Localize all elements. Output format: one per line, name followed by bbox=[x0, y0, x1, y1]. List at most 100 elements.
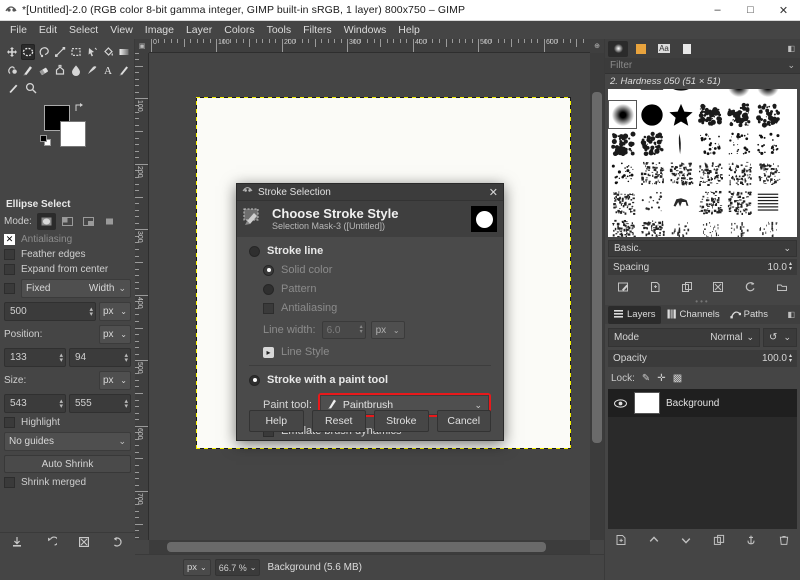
ruler-corner-button[interactable]: ▣ bbox=[135, 39, 149, 53]
undo-icon[interactable] bbox=[45, 536, 57, 551]
brush-cell[interactable] bbox=[724, 216, 753, 237]
zoom-image-button[interactable]: ⊕ bbox=[590, 39, 604, 53]
scrollbar-thumb[interactable] bbox=[592, 92, 602, 443]
brush-cell[interactable] bbox=[724, 129, 753, 158]
pattern-option[interactable]: Pattern bbox=[263, 283, 491, 295]
duplicate-brush-icon[interactable] bbox=[681, 281, 693, 296]
brush-cell[interactable] bbox=[637, 158, 666, 187]
stroke-line-radio[interactable] bbox=[249, 246, 260, 257]
brush-cell[interactable] bbox=[753, 187, 782, 216]
guides-combo[interactable]: No guides ⌄ bbox=[4, 432, 131, 451]
help-button[interactable]: Help bbox=[249, 410, 304, 432]
shrink-merged-option[interactable]: Shrink merged bbox=[4, 477, 131, 488]
menu-help[interactable]: Help bbox=[392, 22, 426, 38]
brush-cell[interactable] bbox=[695, 216, 724, 237]
brush-cell[interactable] bbox=[608, 187, 637, 216]
menu-filters[interactable]: Filters bbox=[297, 22, 338, 38]
layers-dock-menu-icon[interactable]: ◧ bbox=[787, 310, 797, 319]
brush-cell[interactable] bbox=[608, 216, 637, 237]
dialog-antialiasing-option[interactable]: Antialiasing bbox=[263, 302, 491, 314]
measure-tool[interactable] bbox=[5, 80, 21, 96]
position-x-input[interactable]: 133 ▴▾ bbox=[4, 348, 66, 367]
paths-tool[interactable] bbox=[53, 44, 67, 60]
menu-image[interactable]: Image bbox=[139, 22, 180, 38]
ellipse-select-tool[interactable] bbox=[21, 44, 35, 60]
smudge-tool[interactable] bbox=[5, 62, 19, 78]
fixed-size-unit[interactable]: px ⌄ bbox=[99, 302, 131, 321]
brush-cell[interactable] bbox=[637, 216, 666, 237]
close-button[interactable]: ✕ bbox=[767, 0, 800, 20]
brush-spacing-row[interactable]: Spacing 10.0 ▴▾ bbox=[608, 259, 797, 275]
lock-alpha-icon[interactable]: ▩ bbox=[673, 373, 682, 384]
menu-file[interactable]: File bbox=[4, 22, 33, 38]
brush-cell[interactable] bbox=[666, 89, 695, 100]
menu-windows[interactable]: Windows bbox=[338, 22, 393, 38]
menu-layer[interactable]: Layer bbox=[180, 22, 218, 38]
brush-cell[interactable] bbox=[637, 89, 666, 100]
line-width-input[interactable]: 6.0 ▴▾ bbox=[322, 321, 366, 339]
minimize-button[interactable]: – bbox=[701, 0, 734, 20]
brush-cell[interactable] bbox=[753, 89, 782, 100]
scrollbar-thumb[interactable] bbox=[167, 542, 546, 552]
brush-cell[interactable] bbox=[695, 129, 724, 158]
brush-cell[interactable] bbox=[695, 100, 724, 129]
stepper-arrows-icon[interactable]: ▴▾ bbox=[360, 325, 363, 335]
menu-tools[interactable]: Tools bbox=[261, 22, 298, 38]
canvas-horizontal-scrollbar[interactable] bbox=[149, 540, 590, 554]
expand-from-center-checkbox[interactable] bbox=[4, 264, 15, 275]
fuzzy-select-tool[interactable] bbox=[85, 44, 99, 60]
dialog-close-button[interactable]: ✕ bbox=[489, 186, 498, 199]
move-tool[interactable] bbox=[5, 44, 19, 60]
horizontal-ruler[interactable]: 0100200300400500600700800 bbox=[149, 39, 590, 53]
brush-cell[interactable] bbox=[666, 129, 695, 158]
gradient-tool[interactable] bbox=[117, 44, 131, 60]
brushes-tab[interactable] bbox=[608, 41, 628, 57]
maximize-button[interactable]: □ bbox=[734, 0, 767, 20]
menu-select[interactable]: Select bbox=[63, 22, 104, 38]
blur-tool[interactable] bbox=[69, 62, 83, 78]
menu-colors[interactable]: Colors bbox=[218, 22, 260, 38]
dock-separator-grip[interactable]: ••• bbox=[605, 298, 800, 305]
size-width-input[interactable]: 543 ▴▾ bbox=[4, 394, 66, 413]
duplicate-layer-icon[interactable] bbox=[713, 534, 725, 549]
stroke-paint-tool-option[interactable]: Stroke with a paint tool bbox=[249, 374, 491, 386]
brush-cell[interactable] bbox=[753, 216, 782, 237]
tab-layers[interactable]: Layers bbox=[608, 306, 661, 324]
solid-color-radio[interactable] bbox=[263, 265, 274, 276]
stroke-button[interactable]: Stroke bbox=[374, 410, 429, 432]
mode-intersect-mode[interactable] bbox=[100, 213, 119, 230]
mode-add-mode[interactable] bbox=[58, 213, 77, 230]
stepper-arrows-icon[interactable]: ▴▾ bbox=[789, 354, 792, 364]
stroke-line-option[interactable]: Stroke line bbox=[249, 245, 491, 257]
lower-layer-icon[interactable] bbox=[680, 534, 692, 549]
brush-cell[interactable] bbox=[637, 100, 666, 129]
open-brush-icon[interactable] bbox=[776, 281, 788, 296]
highlight-option[interactable]: Highlight bbox=[4, 417, 131, 428]
ink-tool[interactable] bbox=[85, 62, 99, 78]
new-layer-icon[interactable] bbox=[615, 534, 627, 549]
tab-channels[interactable]: Channels bbox=[661, 306, 725, 324]
tab-paths[interactable]: Paths bbox=[725, 306, 773, 324]
save-icon[interactable] bbox=[11, 536, 23, 551]
fixed-combo[interactable]: Fixed Width ⌄ bbox=[21, 279, 131, 298]
delete-icon[interactable] bbox=[78, 536, 90, 551]
line-width-unit[interactable]: px ⌄ bbox=[371, 321, 405, 339]
solid-color-option[interactable]: Solid color bbox=[263, 264, 491, 276]
brush-cell[interactable] bbox=[753, 158, 782, 187]
delete-layer-icon[interactable] bbox=[778, 534, 790, 549]
clone-tool[interactable] bbox=[53, 62, 67, 78]
eye-icon[interactable] bbox=[612, 399, 628, 408]
fixed-checkbox[interactable] bbox=[4, 283, 15, 294]
lock-pixels-icon[interactable]: ✎ bbox=[642, 373, 650, 384]
mode-subtract-mode[interactable] bbox=[79, 213, 98, 230]
reset-button[interactable]: Reset bbox=[312, 410, 367, 432]
refresh-brush-icon[interactable] bbox=[744, 281, 756, 296]
brush-cell[interactable] bbox=[695, 89, 724, 100]
brush-cell[interactable] bbox=[608, 89, 637, 100]
antialiasing-checkbox[interactable] bbox=[4, 234, 15, 245]
fonts-tab[interactable]: Aa bbox=[654, 41, 674, 57]
brush-cell[interactable] bbox=[724, 100, 753, 129]
brush-cell[interactable] bbox=[637, 187, 666, 216]
antialiasing-option[interactable]: Antialiasing bbox=[4, 234, 131, 245]
mode-replace-mode[interactable] bbox=[37, 213, 56, 230]
